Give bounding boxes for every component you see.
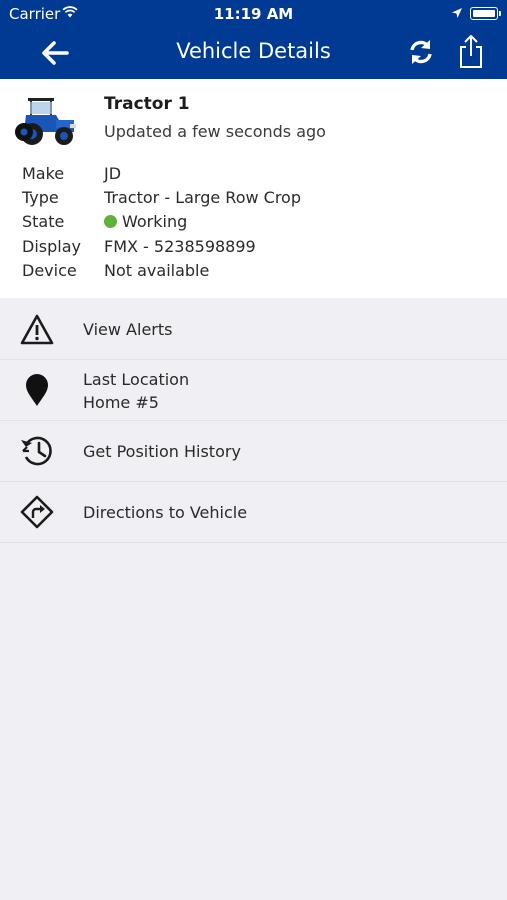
directions-icon <box>20 495 54 529</box>
battery-icon <box>470 7 498 20</box>
history-icon <box>21 436 52 466</box>
last-location-item[interactable]: Last Location Home #5 <box>0 360 507 421</box>
status-time: 11:19 AM <box>213 5 294 23</box>
updated-text: Updated a few seconds ago <box>104 122 326 141</box>
detail-key: Type <box>22 188 59 207</box>
detail-value: JD <box>104 164 122 183</box>
vehicle-card: Tractor 1 Updated a few seconds ago Make… <box>0 79 507 298</box>
detail-key: State <box>22 212 65 231</box>
detail-value: Not available <box>104 261 210 280</box>
action-label: View Alerts <box>83 320 173 339</box>
tractor-image <box>15 98 76 145</box>
directions-item[interactable]: Directions to Vehicle <box>0 482 507 543</box>
detail-key: Display <box>22 237 81 256</box>
view-alerts-item[interactable]: View Alerts <box>0 299 507 360</box>
action-label: Get Position History <box>83 442 241 461</box>
position-history-item[interactable]: Get Position History <box>0 421 507 482</box>
location-pin-icon <box>26 374 48 406</box>
nav-bar: Vehicle Details <box>0 28 507 79</box>
location-arrow-icon <box>452 8 462 18</box>
battery-cap <box>499 11 501 16</box>
action-label: Last Location <box>83 370 190 389</box>
state-text: Working <box>122 212 188 231</box>
detail-value: Tractor - Large Row Crop <box>104 188 301 207</box>
detail-value-state: Working <box>104 212 187 231</box>
detail-value: FMX - 5238598899 <box>104 237 256 256</box>
share-icon[interactable] <box>456 34 486 70</box>
vehicle-name: Tractor 1 <box>104 94 190 114</box>
action-sublabel: Home #5 <box>83 393 159 412</box>
status-bar: Carrier 11:19 AM <box>0 0 507 28</box>
refresh-icon[interactable] <box>407 38 435 66</box>
status-dot-icon <box>104 215 117 228</box>
warning-icon <box>20 314 54 345</box>
app-header: Carrier 11:19 AM Vehicle Details <box>0 0 507 79</box>
detail-key: Make <box>22 164 65 183</box>
detail-key: Device <box>22 261 77 280</box>
action-label: Directions to Vehicle <box>83 503 248 522</box>
